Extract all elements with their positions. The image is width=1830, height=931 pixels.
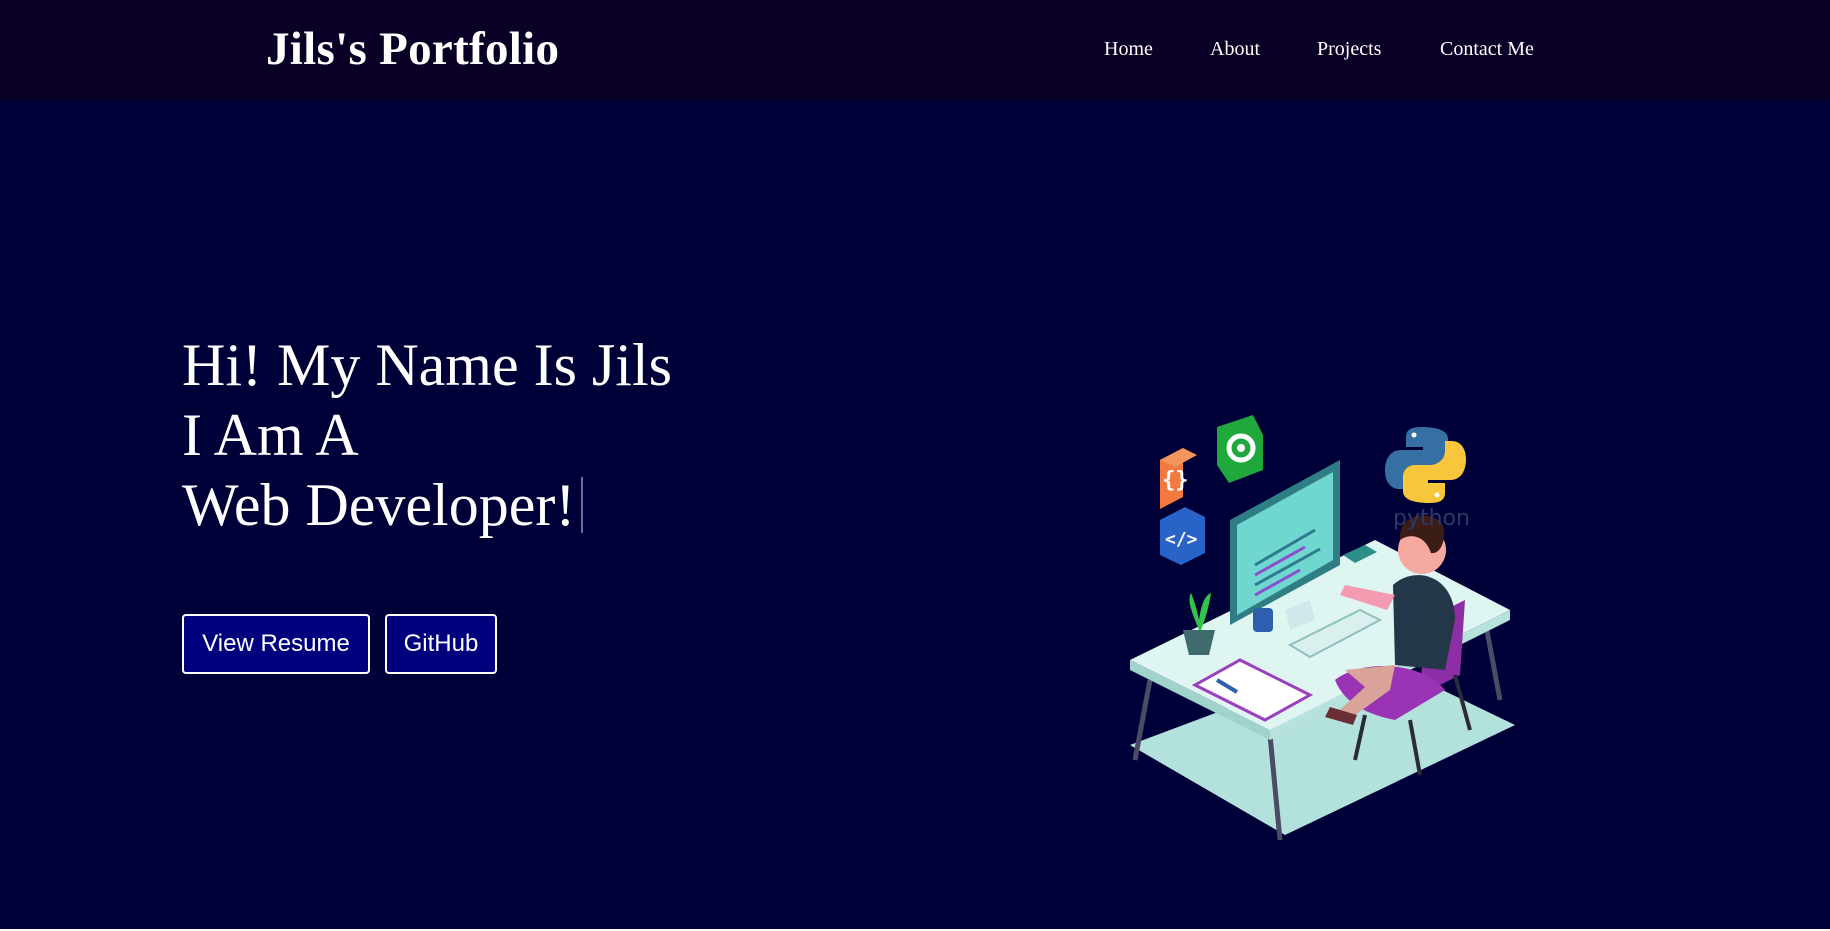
code-tag-icon: </>	[1160, 507, 1205, 565]
python-logo-text: python	[1393, 506, 1470, 531]
nav-contact-link[interactable]: Contact Me	[1440, 38, 1534, 61]
view-resume-button[interactable]: View Resume	[182, 614, 370, 674]
developer-illustration: {} </> python	[1130, 415, 1515, 841]
nav-about-link[interactable]: About	[1210, 38, 1260, 61]
nav-projects-link[interactable]: Projects	[1317, 38, 1381, 61]
main-nav: Home About Projects Contact Me	[0, 38, 1830, 68]
hero-greeting: Hi! My Name Is Jils	[182, 332, 672, 398]
desk-leg-right	[1482, 619, 1503, 701]
person-torso	[1393, 575, 1455, 670]
hero-intro: I Am A	[182, 402, 359, 468]
hero-headline: Hi! My Name Is Jils I Am A Web Developer…	[182, 330, 672, 540]
svg-text:</>: </>	[1165, 529, 1198, 550]
hero-role-line: Web Developer!	[182, 470, 672, 540]
curly-braces-icon: {}	[1160, 448, 1197, 509]
navbar: Jils's Portfolio Home About Projects Con…	[0, 0, 1830, 100]
typing-cursor	[581, 477, 584, 533]
coffee-mug	[1253, 608, 1273, 632]
python-logo-icon: python	[1385, 427, 1470, 531]
gear-icon	[1217, 415, 1263, 483]
hero-role: Web Developer!	[182, 472, 576, 538]
nav-home-link[interactable]: Home	[1104, 38, 1153, 61]
hero-section: Hi! My Name Is Jils I Am A Web Developer…	[0, 100, 1830, 931]
svg-text:{}: {}	[1162, 468, 1189, 493]
github-button[interactable]: GitHub	[385, 614, 497, 674]
